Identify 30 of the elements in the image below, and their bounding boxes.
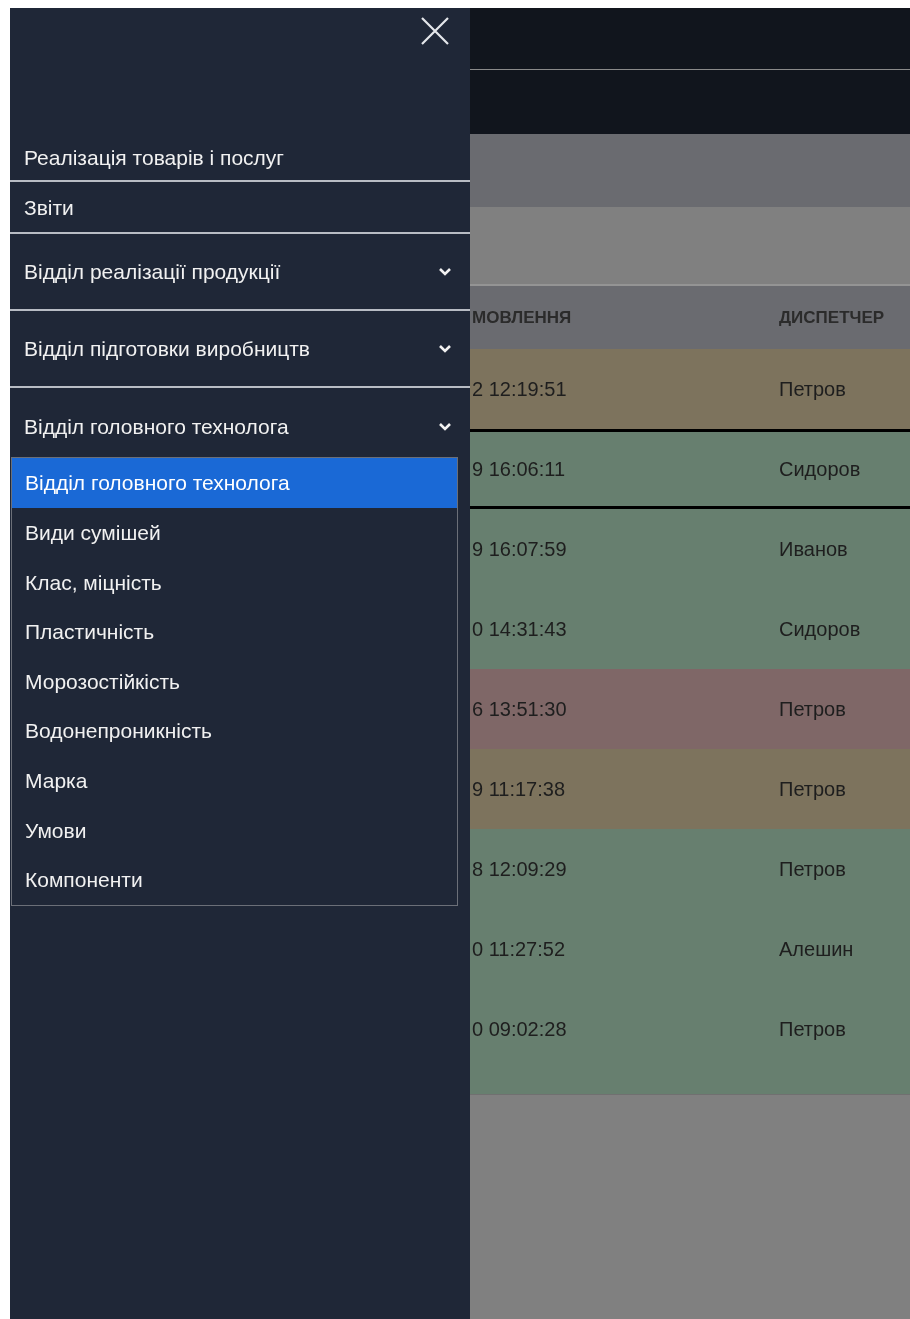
table-cell-text: Сидоров: [779, 457, 862, 482]
table-cell-text: 9 16:07:59: [471, 537, 568, 562]
dropdown-option[interactable]: Пластичність: [12, 607, 457, 657]
table-cell-text: 8 12:09:29: [471, 857, 568, 882]
dropdown-option[interactable]: Морозостійкість: [12, 656, 457, 707]
table-cell-text: 6 13:51:30: [471, 697, 568, 722]
table-cell-text: 0 11:27:52: [471, 937, 567, 962]
dropdown-option[interactable]: Умови: [12, 805, 457, 856]
dropdown-option[interactable]: Відділ головного технолога: [12, 458, 457, 508]
table-cell-text: 9 11:17:38: [471, 777, 567, 802]
dropdown-option[interactable]: Марка: [12, 755, 457, 806]
dropdown-option[interactable]: Водонепроникність: [12, 706, 457, 756]
table-cell-text: Петров: [779, 377, 847, 402]
table-cell-text: 0 14:31:43: [471, 617, 568, 642]
dropdown-option[interactable]: Клас, міцність: [12, 557, 457, 608]
table-cell-text: Петров: [779, 777, 847, 802]
table-cell-text: Иванов: [779, 537, 849, 562]
dropdown-option[interactable]: Види сумішей: [12, 508, 457, 558]
table-row[interactable]: 2 12:19:51 Петров: [470, 349, 910, 429]
table-row[interactable]: 9 11:17:38 Петров: [470, 749, 910, 829]
table-cell-text: Петров: [779, 857, 847, 882]
table-cell-text: Петров: [779, 697, 847, 722]
table-cell-text: Сидоров: [779, 617, 862, 642]
table-cell-text: 2 12:19:51: [471, 377, 568, 402]
table-row[interactable]: 9 16:06:11 Сидоров: [470, 429, 910, 509]
table-cell-text: Алешин: [779, 937, 855, 962]
table-cell-text: 9 16:06:11: [471, 457, 567, 482]
dropdown-option[interactable]: Компоненти: [12, 855, 457, 905]
table-cell-text: Петров: [779, 1017, 847, 1042]
table-cell-text: 0 09:02:28: [471, 1017, 568, 1042]
